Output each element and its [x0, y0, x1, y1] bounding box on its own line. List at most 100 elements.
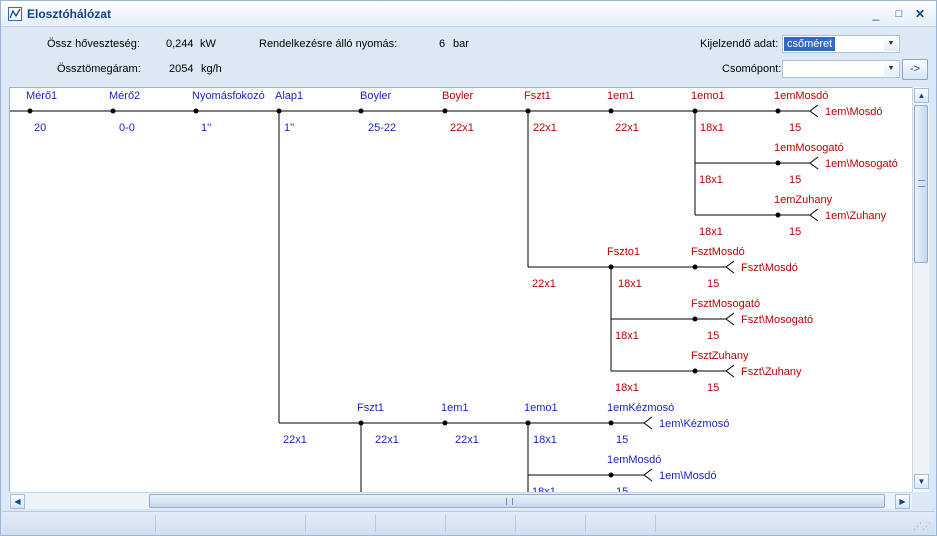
- vertical-scrollbar[interactable]: ▲ ▼: [912, 87, 929, 492]
- node-label[interactable]: Fszt1: [357, 402, 384, 414]
- node-value[interactable]: 22x1: [375, 434, 399, 446]
- terminal-label[interactable]: 1em\Zuhany: [825, 210, 887, 222]
- node-point[interactable]: [608, 108, 614, 114]
- node-point[interactable]: [193, 108, 199, 114]
- network-diagram-svg: Mérő1 20 Mérő2 0-0 Nyomásfokozó 1'' Alap1 1'' Bo…: [10, 90, 898, 492]
- node-value[interactable]: 0-0: [119, 122, 135, 134]
- node-label[interactable]: 1emKézmosó: [607, 402, 674, 414]
- node-value[interactable]: 20: [34, 122, 46, 134]
- node-point[interactable]: [27, 108, 33, 114]
- node-label[interactable]: Fszt1: [524, 90, 551, 102]
- node-label[interactable]: FsztMosogató: [691, 298, 760, 310]
- pipe-size-value[interactable]: 18x1: [699, 174, 723, 186]
- terminal-label[interactable]: Fszt\Mosogató: [741, 314, 813, 326]
- minimize-button[interactable]: _: [867, 5, 885, 23]
- node-point[interactable]: [775, 160, 781, 166]
- scroll-right-button[interactable]: ▶: [895, 494, 910, 509]
- maximize-button[interactable]: □: [890, 5, 908, 23]
- node-value[interactable]: 15: [707, 382, 719, 394]
- node-value[interactable]: 15: [616, 434, 628, 446]
- node-point[interactable]: [692, 264, 698, 270]
- node-label: Csomópont:: [722, 63, 782, 75]
- network-diagram[interactable]: Mérő1 20 Mérő2 0-0 Nyomásfokozó 1'' Alap1 1'' Bo…: [9, 87, 912, 492]
- node-value[interactable]: 15: [707, 330, 719, 342]
- node-label[interactable]: 1emMosdó: [774, 90, 828, 102]
- node-point[interactable]: [608, 472, 614, 478]
- node-label[interactable]: FsztZuhany: [691, 350, 749, 362]
- scroll-up-button[interactable]: ▲: [914, 88, 929, 103]
- node-point[interactable]: [775, 212, 781, 218]
- display-data-select[interactable]: csőméret ▼: [782, 35, 900, 53]
- node-point[interactable]: [608, 420, 614, 426]
- terminal-icon: [809, 156, 819, 170]
- terminal-label[interactable]: 1em\Mosdó: [825, 106, 882, 118]
- node-point[interactable]: [276, 108, 282, 114]
- node-point[interactable]: [525, 108, 531, 114]
- node-value[interactable]: 25-22: [368, 122, 396, 134]
- available-pressure-label: Rendelkezésre álló nyomás:: [259, 38, 398, 50]
- node-value[interactable]: 15: [789, 226, 801, 238]
- scroll-down-button[interactable]: ▼: [914, 474, 929, 489]
- node-label[interactable]: FsztMosdó: [691, 246, 745, 258]
- node-label[interactable]: 1emMosdó: [607, 454, 661, 466]
- node-value[interactable]: 1'': [284, 122, 294, 134]
- node-label[interactable]: Boyler: [360, 90, 392, 102]
- horizontal-scroll-thumb[interactable]: [149, 494, 885, 508]
- node-value[interactable]: 1'': [201, 122, 211, 134]
- vertical-scroll-thumb[interactable]: [914, 105, 928, 263]
- node-label[interactable]: 1em1: [607, 90, 635, 102]
- node-label[interactable]: 1emo1: [524, 402, 558, 414]
- node-label[interactable]: Alap1: [275, 90, 303, 102]
- node-point[interactable]: [775, 108, 781, 114]
- node-point[interactable]: [442, 420, 448, 426]
- close-button[interactable]: ✕: [911, 5, 929, 23]
- node-point[interactable]: [692, 368, 698, 374]
- node-label[interactable]: Boyler: [442, 90, 474, 102]
- node-value[interactable]: 18x1: [533, 434, 557, 446]
- terminal-label[interactable]: 1em\Mosogató: [825, 158, 898, 170]
- node-point[interactable]: [110, 108, 116, 114]
- node-value[interactable]: 18x1: [618, 278, 642, 290]
- node-value[interactable]: 22x1: [450, 122, 474, 134]
- node-label[interactable]: Nyomásfokozó: [192, 90, 265, 102]
- node-point[interactable]: [692, 108, 698, 114]
- node-value[interactable]: 15: [789, 174, 801, 186]
- node-point[interactable]: [442, 108, 448, 114]
- terminal-label[interactable]: Fszt\Mosdó: [741, 262, 798, 274]
- node-value[interactable]: 22x1: [615, 122, 639, 134]
- scroll-left-button[interactable]: ◀: [10, 494, 25, 509]
- pipe-size-value[interactable]: 18x1: [615, 382, 639, 394]
- node-value[interactable]: 22x1: [533, 122, 557, 134]
- go-to-node-button[interactable]: ->: [902, 59, 928, 80]
- horizontal-scrollbar[interactable]: ◀ ▶: [9, 492, 912, 509]
- node-select[interactable]: ▼: [782, 60, 900, 78]
- pipe-size-value[interactable]: 22x1: [283, 434, 307, 446]
- pipe-size-value[interactable]: 18x1: [615, 330, 639, 342]
- terminal-label[interactable]: 1em\Mosdó: [659, 470, 716, 482]
- node-point[interactable]: [608, 264, 614, 270]
- total-flow-label: Össztömegáram:: [57, 63, 141, 75]
- node-value[interactable]: 15: [789, 122, 801, 134]
- pipe-size-value[interactable]: 18x1: [699, 226, 723, 238]
- terminal-label[interactable]: 1em\Kézmosó: [659, 418, 729, 430]
- node-value[interactable]: 18x1: [700, 122, 724, 134]
- node-label[interactable]: 1emZuhany: [774, 194, 833, 206]
- pipe-size-value[interactable]: 22x1: [532, 278, 556, 290]
- node-value[interactable]: 22x1: [455, 434, 479, 446]
- resize-grip-icon[interactable]: ⋰⋰: [913, 521, 931, 532]
- node-label[interactable]: 1emMosogató: [774, 142, 844, 154]
- chevron-down-icon[interactable]: ▼: [884, 62, 898, 76]
- node-point[interactable]: [358, 420, 364, 426]
- node-point[interactable]: [525, 420, 531, 426]
- node-point[interactable]: [358, 108, 364, 114]
- node-label[interactable]: Mérő2: [109, 90, 140, 102]
- node-label[interactable]: 1em1: [441, 402, 469, 414]
- node-value[interactable]: 15: [707, 278, 719, 290]
- node-label[interactable]: Fszto1: [607, 246, 640, 258]
- title-bar[interactable]: Elosztóhálózat _ □ ✕: [1, 1, 936, 27]
- node-point[interactable]: [692, 316, 698, 322]
- node-label[interactable]: 1emo1: [691, 90, 725, 102]
- terminal-label[interactable]: Fszt\Zuhany: [741, 366, 802, 378]
- chevron-down-icon[interactable]: ▼: [884, 37, 898, 51]
- node-label[interactable]: Mérő1: [26, 90, 57, 102]
